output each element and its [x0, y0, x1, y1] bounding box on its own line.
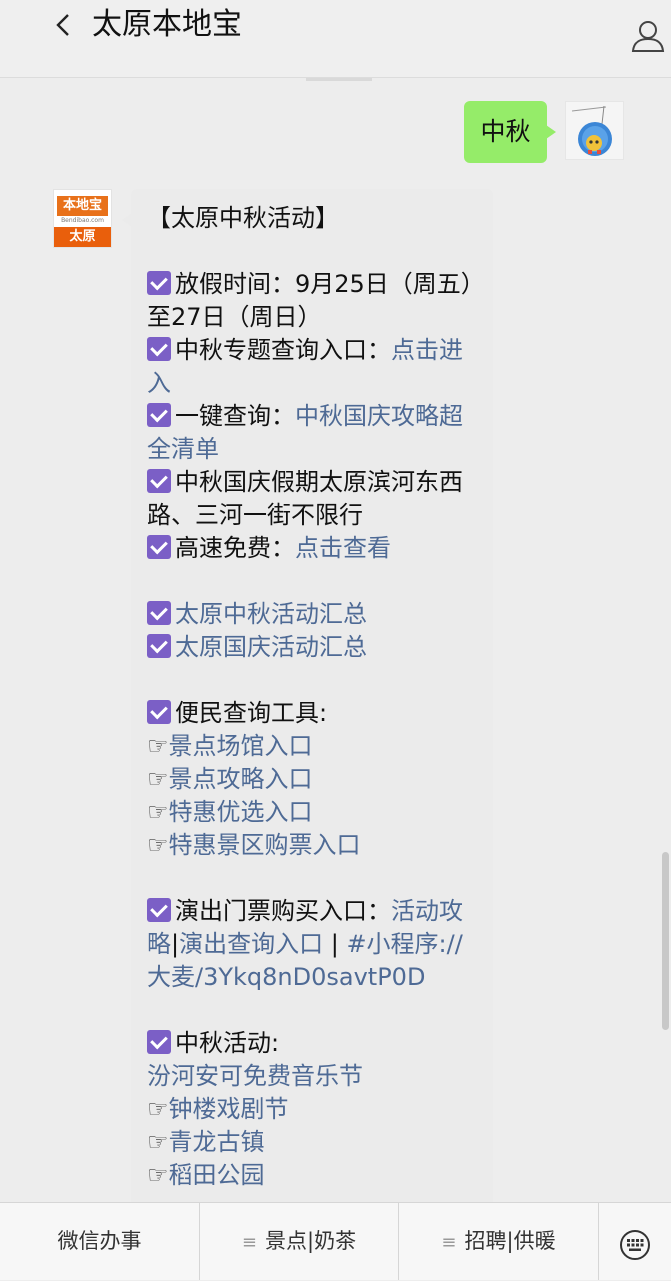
pointing-hand-icon: ☞ [147, 1095, 169, 1123]
chevron-left-icon[interactable] [52, 12, 76, 38]
activities-line: 中秋活动: [147, 1027, 477, 1060]
bottom-menu: 微信办事 ≡ 景点|奶茶 ≡ 招聘|供暖 [0, 1202, 671, 1280]
tool-item: ☞景点攻略入口 [147, 763, 477, 796]
tickets-query-link[interactable]: 演出查询入口 [179, 930, 323, 958]
pointing-hand-icon: ☞ [147, 765, 169, 793]
activity-link-drama[interactable]: 钟楼戏剧节 [169, 1095, 289, 1123]
activity-link-music-festival[interactable]: 汾河安可免费音乐节 [147, 1062, 363, 1090]
checkbox-icon [147, 1030, 171, 1054]
checkbox-icon [147, 271, 171, 295]
activity-link-ancient-town[interactable]: 青龙古镇 [169, 1128, 265, 1156]
keyboard-icon[interactable] [619, 1229, 651, 1261]
pull-tab [306, 78, 372, 81]
tickets-label: 演出门票购买入口： [175, 897, 391, 925]
tickets-separator: | [171, 930, 180, 958]
menu-item-jobs-heating[interactable]: ≡ 招聘|供暖 [399, 1203, 598, 1280]
holiday-line: 放假时间：9月25日（周五）至27日（周日） [147, 268, 477, 334]
topic-line: 中秋专题查询入口：点击进入 [147, 334, 477, 400]
highway-link[interactable]: 点击查看 [295, 534, 391, 562]
tool-link-guides[interactable]: 景点攻略入口 [169, 765, 313, 793]
tool-item: ☞特惠优选入口 [147, 796, 477, 829]
checkbox-icon [147, 700, 171, 724]
activity-item: ☞青龙古镇 [147, 1126, 477, 1159]
activity-item: ☞稻田公园 [147, 1159, 477, 1192]
tools-line: 便民查询工具: [147, 697, 477, 730]
logo-text: 本地宝 [57, 196, 108, 216]
user-profile-icon[interactable] [630, 18, 666, 54]
tool-item: ☞景点场馆入口 [147, 730, 477, 763]
activity-item: 汾河安可免费音乐节 [147, 1060, 477, 1093]
reply-title: 【太原中秋活动】 [147, 204, 339, 232]
checkbox-icon [147, 601, 171, 625]
pointing-hand-icon: ☞ [147, 1161, 169, 1189]
activity-item: ☞钟楼戏剧节 [147, 1093, 477, 1126]
checkbox-icon [147, 403, 171, 427]
menu-list-icon: ≡ [441, 1232, 457, 1253]
logo-url: Bendibao.com [61, 217, 104, 224]
scrollbar[interactable] [662, 852, 669, 1030]
tool-link-deals[interactable]: 特惠优选入口 [169, 798, 313, 826]
menu-item-wechat-services[interactable]: 微信办事 [0, 1203, 199, 1280]
outgoing-message[interactable]: 中秋 [464, 101, 556, 163]
checkbox-icon [147, 634, 171, 658]
activity-link-rice-park[interactable]: 稻田公园 [169, 1161, 265, 1189]
user-avatar[interactable] [565, 101, 624, 160]
tools-label: 便民查询工具: [175, 699, 328, 727]
menu-item-label: 微信办事 [57, 1229, 142, 1253]
tickets-separator: | [323, 930, 347, 958]
pointing-hand-icon: ☞ [147, 1128, 169, 1156]
tool-link-tickets[interactable]: 特惠景区购票入口 [169, 831, 361, 859]
checkbox-icon [147, 337, 171, 361]
tickets-line: 演出门票购买入口：活动攻略|演出查询入口 | #小程序://大麦/3Ykq8nD… [147, 895, 477, 994]
chat-title: 太原本地宝 [92, 7, 242, 42]
traffic-text: 中秋国庆假期太原滨河东西路、三河一街不限行 [147, 468, 463, 529]
mid-autumn-summary-link[interactable]: 太原中秋活动汇总 [175, 600, 367, 628]
bendibao-avatar[interactable]: 本地宝 Bendibao.com 太原 [53, 189, 112, 248]
menu-item-scenic-tea[interactable]: ≡ 景点|奶茶 [200, 1203, 398, 1280]
mid-autumn-summary-line: 太原中秋活动汇总 [147, 598, 477, 631]
reply-message: 【太原中秋活动】 放假时间：9月25日（周五）至27日（周日） 中秋专题查询入口… [122, 189, 493, 1219]
topic-label: 中秋专题查询入口： [175, 336, 391, 364]
checkbox-icon [147, 898, 171, 922]
tool-item: ☞特惠景区购票入口 [147, 829, 477, 862]
tool-link-venues[interactable]: 景点场馆入口 [169, 732, 313, 760]
top-bar: 太原本地宝 [0, 0, 671, 78]
query-label: 一键查询： [175, 402, 295, 430]
checkbox-icon [147, 535, 171, 559]
pointing-hand-icon: ☞ [147, 732, 169, 760]
national-day-summary-link[interactable]: 太原国庆活动汇总 [175, 633, 367, 661]
menu-item-label: 招聘|供暖 [464, 1229, 556, 1253]
highway-line: 高速免费：点击查看 [147, 532, 477, 565]
holiday-text: 放假时间：9月25日（周五）至27日（周日） [147, 270, 473, 331]
pointing-hand-icon: ☞ [147, 831, 169, 859]
traffic-line: 中秋国庆假期太原滨河东西路、三河一街不限行 [147, 466, 477, 532]
highway-label: 高速免费： [175, 534, 295, 562]
activities-label: 中秋活动: [175, 1029, 280, 1057]
logo-city: 太原 [54, 227, 111, 247]
pointing-hand-icon: ☞ [147, 798, 169, 826]
national-day-summary-line: 太原国庆活动汇总 [147, 631, 477, 664]
menu-divider [598, 1203, 599, 1280]
query-line: 一键查询：中秋国庆攻略超全清单 [147, 400, 477, 466]
menu-item-label: 景点|奶茶 [265, 1229, 357, 1253]
user-avatar-image [566, 102, 623, 159]
menu-list-icon: ≡ [241, 1232, 257, 1253]
checkbox-icon [147, 469, 171, 493]
